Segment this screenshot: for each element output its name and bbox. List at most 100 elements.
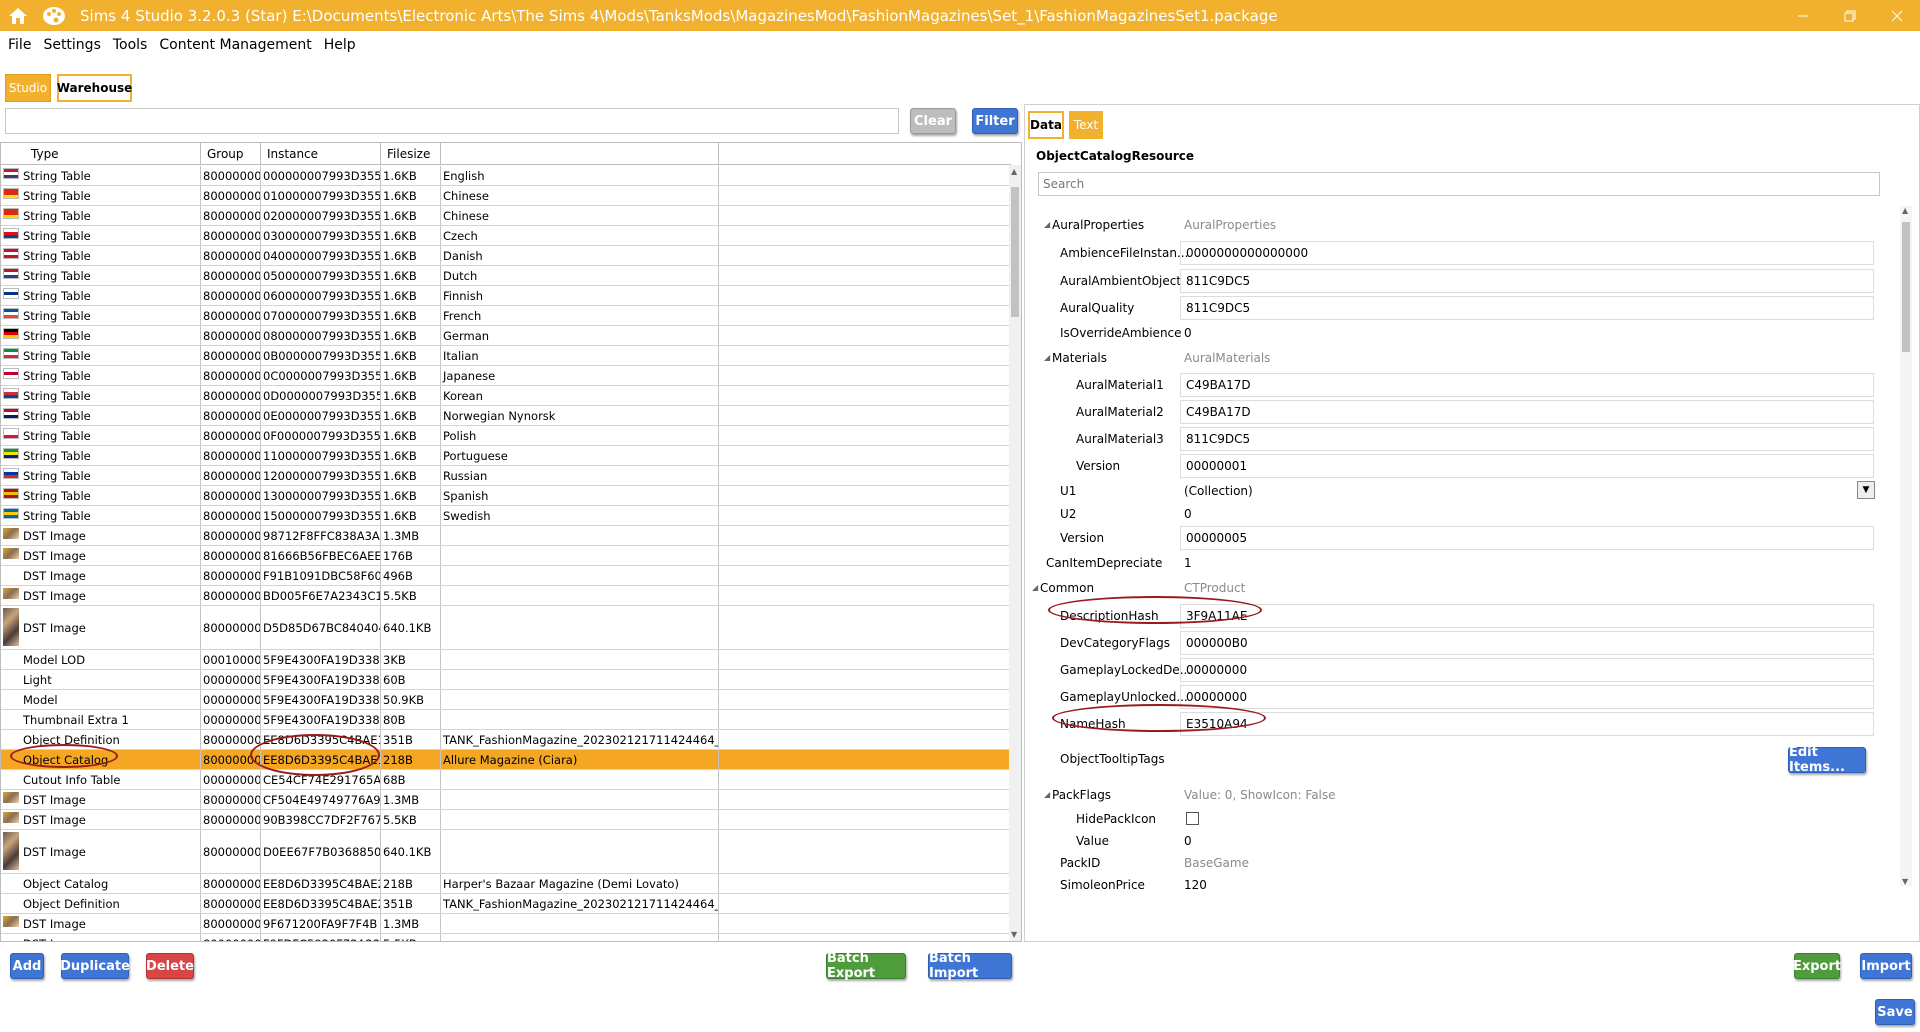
table-row[interactable]: String Table 80000000 010000007993D355 1.6K… [1, 186, 1009, 206]
table-row[interactable]: String Table 80000000 000000007993D355 1.6K… [1, 166, 1009, 186]
table-row[interactable]: DST Image 80000000 D5D85D67BC840404 640.1KB [1, 606, 1009, 650]
property-value-field[interactable]: 00000000 [1180, 658, 1874, 682]
table-row[interactable]: Model 00000000 5F9E4300FA19D338 50.9KB [1, 690, 1009, 710]
delete-button[interactable]: Delete [146, 953, 194, 979]
table-row[interactable]: String Table 80000000 060000007993D355 1.6K… [1, 286, 1009, 306]
table-row[interactable]: String Table 80000000 020000007993D355 1.6K… [1, 206, 1009, 226]
table-row[interactable]: Model LOD 00010000 5F9E4300FA19D338 3KB [1, 650, 1009, 670]
table-row[interactable]: Object Definition 80000000 EE8D6D3395C4BAE… [1, 730, 1009, 750]
property-value-field[interactable]: E3510A94 [1180, 712, 1874, 736]
table-row[interactable]: String Table 80000000 070000007993D355 1.6K… [1, 306, 1009, 326]
table-row[interactable]: Thumbnail Extra 1 00000000 5F9E4300FA19D33… [1, 710, 1009, 730]
palette-icon[interactable] [36, 0, 72, 31]
cell-instance: CF504E49749776A9 [261, 790, 381, 809]
table-row[interactable]: DST Image 80000000 F91B1091DBC58F60 496B [1, 566, 1009, 586]
column-filesize[interactable]: Filesize [381, 143, 441, 165]
property-search-input[interactable] [1038, 172, 1880, 196]
table-row[interactable]: String Table 80000000 130000007993D355 1.6K… [1, 486, 1009, 506]
filter-button[interactable]: Filter [972, 108, 1018, 134]
batch-export-button[interactable]: Batch Export [826, 951, 906, 981]
close-icon[interactable] [1874, 0, 1920, 31]
table-row[interactable]: DST Image 80000000 9F671200FA9F7F4B 1.3MB [1, 914, 1009, 934]
image-thumb-icon [3, 528, 19, 539]
batch-import-button[interactable]: Batch Import [928, 951, 1012, 981]
table-row[interactable]: String Table 80000000 110000007993D355 1.6K… [1, 446, 1009, 466]
add-button[interactable]: Add [10, 953, 44, 979]
table-row[interactable]: Cutout Info Table 00000000 CE54CF74E291765… [1, 770, 1009, 790]
save-button[interactable]: Save [1875, 999, 1915, 1025]
import-button[interactable]: Import [1860, 953, 1912, 979]
table-row[interactable]: String Table 80000000 0D0000007993D355 1.6K… [1, 386, 1009, 406]
column-instance[interactable]: Instance [261, 143, 381, 165]
table-row[interactable]: String Table 80000000 150000007993D355 1.6K… [1, 506, 1009, 526]
scroll-thumb[interactable] [1011, 187, 1019, 317]
table-row[interactable]: DST Image 80000000 D0EE67F7B0368850 640.1KB [1, 830, 1009, 874]
property-value-field[interactable]: C49BA17D [1180, 400, 1874, 424]
table-row[interactable]: String Table 80000000 040000007993D355 1.6K… [1, 246, 1009, 266]
expander-triangle-icon[interactable]: ◢ [1044, 353, 1050, 362]
hide-pack-icon-checkbox[interactable] [1186, 812, 1199, 825]
property-scrollbar[interactable]: ▲ ▼ [1900, 206, 1912, 886]
filter-input[interactable] [5, 108, 899, 134]
expander-triangle-icon[interactable]: ◢ [1032, 583, 1038, 592]
table-row[interactable]: String Table 80000000 0B0000007993D355 1.6K… [1, 346, 1009, 366]
menu-help[interactable]: Help [324, 37, 356, 53]
minimize-icon[interactable] [1780, 0, 1826, 31]
table-row[interactable]: String Table 80000000 050000007993D355 1.6K… [1, 266, 1009, 286]
menu-file[interactable]: File [8, 37, 31, 53]
property-value-field[interactable]: 00000000 [1180, 685, 1874, 709]
clear-button[interactable]: Clear [910, 108, 956, 134]
edit-items-button[interactable]: Edit Items... [1788, 745, 1866, 775]
table-row[interactable]: DST Image 80000000 98712F8FFC838A3A 1.3MB [1, 526, 1009, 546]
expander-triangle-icon[interactable]: ◢ [1044, 220, 1050, 229]
table-row[interactable]: String Table 80000000 0C0000007993D355 1.6K… [1, 366, 1009, 386]
cell-group: 80000000 [201, 790, 261, 809]
property-value-field[interactable]: 811C9DC5 [1180, 269, 1874, 293]
table-row[interactable]: DST Image 80000000 90B398CC7DF2F767 5.5KB [1, 810, 1009, 830]
table-row[interactable]: DST Image 80000000 BD005F6E7A2343C1 5.5KB [1, 586, 1009, 606]
chevron-down-icon[interactable]: ▼ [1857, 481, 1875, 499]
table-row[interactable]: DST Image 80000000 81666B56FBEC6AEE 176B [1, 546, 1009, 566]
property-value-field[interactable]: 00000001 [1180, 454, 1874, 478]
property-value-field[interactable]: 0000000000000000 [1180, 241, 1874, 265]
scroll-thumb[interactable] [1902, 222, 1910, 352]
duplicate-button[interactable]: Duplicate [60, 953, 130, 979]
scroll-up-icon[interactable]: ▲ [1902, 206, 1908, 215]
table-row[interactable]: Object Catalog 80000000 EE8D6D3395C4BAE1 21… [1, 750, 1009, 770]
column-group[interactable]: Group [201, 143, 261, 165]
cell-name: Chinese [441, 186, 719, 205]
column-type[interactable]: Type [1, 143, 201, 165]
scroll-up-icon[interactable]: ▲ [1011, 167, 1017, 176]
menu-content-management[interactable]: Content Management [159, 37, 311, 53]
restore-icon[interactable] [1827, 0, 1873, 31]
table-row[interactable]: DST Image 80000000 CF504E49749776A9 1.3MB [1, 790, 1009, 810]
table-row[interactable]: Object Definition 80000000 EE8D6D3395C4BAE… [1, 894, 1009, 914]
table-row[interactable]: String Table 80000000 0E0000007993D355 1.6K… [1, 406, 1009, 426]
table-row[interactable]: Object Catalog 80000000 EE8D6D3395C4BAE2 21… [1, 874, 1009, 894]
property-value-field[interactable]: 811C9DC5 [1180, 296, 1874, 320]
menu-settings[interactable]: Settings [43, 37, 100, 53]
scroll-down-icon[interactable]: ▼ [1902, 877, 1908, 886]
table-row[interactable]: Light 00000000 5F9E4300FA19D338 60B [1, 670, 1009, 690]
table-scrollbar[interactable]: ▲ ▼ [1009, 165, 1021, 941]
expander-triangle-icon[interactable]: ◢ [1044, 790, 1050, 799]
cell-name: Norwegian Nynorsk [441, 406, 719, 425]
home-icon[interactable] [0, 0, 36, 31]
table-row[interactable]: String Table 80000000 080000007993D355 1.6K… [1, 326, 1009, 346]
tab-studio[interactable]: Studio [5, 74, 51, 102]
table-row[interactable]: String Table 80000000 030000007993D355 1.6K… [1, 226, 1009, 246]
table-row[interactable]: String Table 80000000 0F0000007993D355 1.6K… [1, 426, 1009, 446]
property-value-field[interactable]: 000000B0 [1180, 631, 1874, 655]
menu-tools[interactable]: Tools [113, 37, 148, 53]
property-value-field[interactable]: 3F9A11AE [1180, 604, 1874, 628]
property-value-field[interactable]: 811C9DC5 [1180, 427, 1874, 451]
table-row[interactable]: String Table 80000000 120000007993D355 1.6K… [1, 466, 1009, 486]
property-value-field[interactable]: C49BA17D [1180, 373, 1874, 397]
export-button[interactable]: Export [1793, 953, 1841, 979]
property-value[interactable]: (Collection) [1184, 484, 1253, 498]
property-value-field[interactable]: 00000005 [1180, 526, 1874, 550]
table-row[interactable]: DST Image80000000F9FDFC5920F72A235.5KB [1, 934, 1009, 941]
tab-warehouse[interactable]: Warehouse [57, 74, 132, 102]
scroll-down-icon[interactable]: ▼ [1011, 930, 1017, 939]
column-name[interactable] [441, 143, 719, 165]
